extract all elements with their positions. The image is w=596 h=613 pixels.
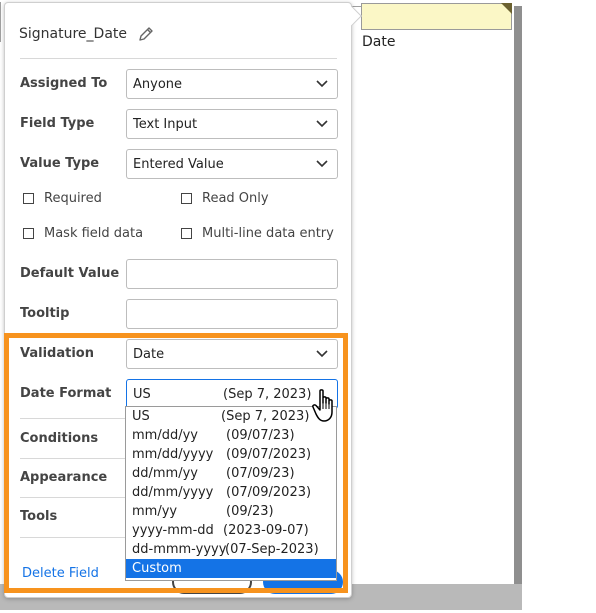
option-format-example: (2023-09-07) xyxy=(223,523,309,538)
date-format-option[interactable]: mm/yy (09/23) xyxy=(126,502,336,521)
date-format-option[interactable]: mm/dd/yy (09/07/23) xyxy=(126,426,336,445)
validation-value: Date xyxy=(133,346,165,362)
mask-field-label: Mask field data xyxy=(44,226,144,241)
option-format-name: Custom xyxy=(132,561,182,576)
date-form-field[interactable] xyxy=(361,3,512,30)
option-format-example: (Sep 7, 2023) xyxy=(221,409,310,424)
field-type-value: Text Input xyxy=(133,116,198,132)
date-format-option[interactable]: dd-mmm-yyyy (07-Sep-2023) xyxy=(126,540,336,559)
chevron-down-icon xyxy=(316,350,328,358)
default-value-input[interactable] xyxy=(126,259,338,289)
default-value-label: Default Value xyxy=(20,266,120,281)
option-format-name: mm/dd/yy xyxy=(132,428,198,443)
option-format-name: dd-mmm-yyyy xyxy=(132,542,227,557)
chevron-down-icon xyxy=(316,80,328,88)
required-label: Required xyxy=(44,191,102,206)
date-format-option[interactable]: mm/dd/yyyy (09/07/2023) xyxy=(126,445,336,464)
option-format-example: (07/09/23) xyxy=(226,466,295,481)
date-format-value: US xyxy=(133,386,151,402)
option-format-example: (09/07/2023) xyxy=(226,447,312,462)
field-type-label: Field Type xyxy=(20,116,95,131)
option-format-name: mm/yy xyxy=(132,504,178,519)
chevron-down-icon xyxy=(316,160,328,168)
date-field-caption: Date xyxy=(362,34,396,50)
assigned-to-select[interactable]: Anyone xyxy=(126,69,338,99)
option-format-example: (09/07/23) xyxy=(226,428,295,443)
field-name: Signature_Date xyxy=(19,26,128,42)
validation-label: Validation xyxy=(20,346,94,361)
option-format-example: (09/23) xyxy=(226,504,274,519)
option-format-example: (07/09/2023) xyxy=(226,485,312,500)
date-format-option[interactable]: dd/mm/yy (07/09/23) xyxy=(126,464,336,483)
date-format-option[interactable]: yyyy-mm-dd (2023-09-07) xyxy=(126,521,336,540)
tools-section[interactable]: Tools xyxy=(20,509,57,524)
validation-select[interactable]: Date xyxy=(126,339,338,369)
date-format-option[interactable]: Custom xyxy=(126,559,336,578)
option-format-name: dd/mm/yyyy xyxy=(132,485,214,500)
date-format-label: Date Format xyxy=(20,386,112,401)
appearance-section[interactable]: Appearance xyxy=(20,470,107,485)
tooltip-input[interactable] xyxy=(126,299,338,329)
option-format-name: yyyy-mm-dd xyxy=(132,523,214,538)
read-only-label: Read Only xyxy=(202,191,269,206)
date-format-dropdown-list[interactable]: US (Sep 7, 2023) mm/dd/yy (09/07/23) mm/dd/y… xyxy=(125,406,337,581)
value-type-value: Entered Value xyxy=(133,156,224,172)
tooltip-label: Tooltip xyxy=(20,306,70,321)
mask-checkbox-row[interactable]: Mask field data xyxy=(23,226,143,241)
option-format-name: dd/mm/yy xyxy=(132,466,198,481)
field-title-row: Signature_Date xyxy=(19,23,155,45)
required-checkbox-row[interactable]: Required xyxy=(23,191,102,206)
multiline-checkbox-row[interactable]: Multi-line data entry xyxy=(181,226,334,241)
field-corner-marker xyxy=(501,3,512,14)
value-type-label: Value Type xyxy=(20,156,100,171)
date-format-option[interactable]: dd/mm/yyyy (07/09/2023) xyxy=(126,483,336,502)
pencil-icon[interactable] xyxy=(137,25,155,43)
option-format-example: (07-Sep-2023) xyxy=(225,542,319,557)
date-format-select[interactable]: US (Sep 7, 2023) xyxy=(126,379,338,409)
date-format-option[interactable]: US (Sep 7, 2023) xyxy=(126,407,336,426)
option-format-name: mm/dd/yyyy xyxy=(132,447,214,462)
assigned-to-label: Assigned To xyxy=(20,76,108,91)
value-type-select[interactable]: Entered Value xyxy=(126,149,338,179)
title-separator xyxy=(20,58,337,59)
field-type-select[interactable]: Text Input xyxy=(126,109,338,139)
required-checkbox[interactable] xyxy=(23,193,34,204)
read-only-checkbox[interactable] xyxy=(181,193,192,204)
mask-field-checkbox[interactable] xyxy=(23,228,34,239)
read-only-checkbox-row[interactable]: Read Only xyxy=(181,191,269,206)
delete-field-link[interactable]: Delete Field xyxy=(22,566,99,581)
assigned-to-value: Anyone xyxy=(133,76,183,92)
multiline-label: Multi-line data entry xyxy=(202,226,334,241)
chevron-down-icon xyxy=(316,120,328,128)
conditions-section[interactable]: Conditions xyxy=(20,431,98,446)
option-format-name: US xyxy=(132,409,150,424)
multiline-checkbox[interactable] xyxy=(181,228,192,239)
hand-cursor-icon xyxy=(312,389,333,422)
date-format-example: (Sep 7, 2023) xyxy=(223,386,312,402)
document-right-shadow xyxy=(514,6,522,610)
